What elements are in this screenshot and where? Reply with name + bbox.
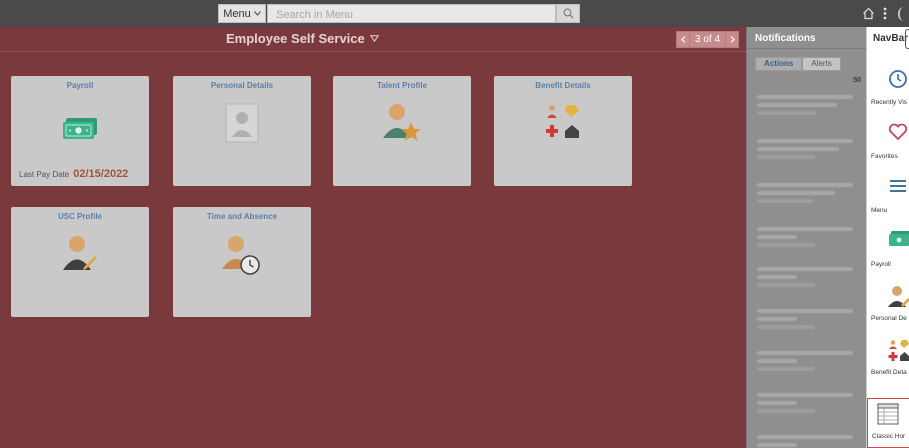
tile-payroll[interactable]: Payroll Last Pay Date 02/15/2022 <box>11 76 149 186</box>
tab-actions[interactable]: Actions <box>755 57 803 71</box>
tile-title: Talent Profile <box>376 81 428 90</box>
tile-benefit-details[interactable]: Benefit Details <box>494 76 632 186</box>
page-title: Employee Self Service <box>226 31 365 46</box>
notification-item[interactable] <box>757 267 857 291</box>
navbar-item-label: Favorites <box>871 153 898 160</box>
navbar-panel: NavBar Recently Vis Favorites Menu Payro… <box>866 27 909 448</box>
previous-page-button[interactable] <box>676 31 690 48</box>
search-input[interactable] <box>268 6 555 24</box>
notification-item[interactable] <box>757 95 857 119</box>
notification-item[interactable] <box>757 393 857 417</box>
notification-item[interactable] <box>757 309 857 333</box>
person-star-icon <box>383 104 421 141</box>
last-pay-date-value: 02/15/2022 <box>73 168 129 180</box>
person-pencil-icon <box>888 286 909 307</box>
notification-item[interactable] <box>757 435 857 448</box>
classic-home-icon <box>877 403 899 425</box>
navbar-close-button[interactable] <box>905 29 909 49</box>
notification-item[interactable] <box>757 351 857 375</box>
navbar-title: NavBar <box>873 33 909 44</box>
tile-personal-details[interactable]: Personal Details <box>173 76 311 186</box>
cash-icon <box>889 231 909 246</box>
tile-title: USC Profile <box>57 212 102 221</box>
tile-title: Personal Details <box>210 81 274 90</box>
chevron-right-icon <box>730 36 735 43</box>
notifications-count: 50 <box>853 77 861 84</box>
more-vertical-icon <box>883 7 887 20</box>
last-pay-date: Last Pay Date 02/15/2022 <box>19 168 128 180</box>
tab-alerts[interactable]: Alerts <box>802 57 841 71</box>
caret-down-icon <box>369 35 379 42</box>
navbar-item-label: Payroll <box>871 261 891 268</box>
top-bar: Menu <box>0 0 909 27</box>
notifications-title: Notifications <box>755 33 816 44</box>
actions-menu-button[interactable] <box>878 4 892 23</box>
person-pencil-icon <box>63 236 97 270</box>
home-button[interactable] <box>858 4 878 23</box>
page-title-dropdown[interactable]: Employee Self Service <box>226 31 379 46</box>
page-header: Employee Self Service 3 of 4 <box>0 27 746 52</box>
next-page-button[interactable] <box>725 31 740 48</box>
benefits-icon <box>546 105 579 138</box>
chevron-left-icon <box>680 36 685 43</box>
search-icon <box>563 8 573 19</box>
navbar-toggle-button[interactable] <box>898 7 909 21</box>
search-box <box>267 4 556 24</box>
notification-item[interactable] <box>757 139 857 163</box>
tile-time-and-absence[interactable]: Time and Absence <box>173 207 311 317</box>
navbar-item-label: Classic Hor <box>872 433 906 440</box>
page-pager: 3 of 4 <box>676 31 740 48</box>
menu-icon <box>890 180 906 192</box>
chevron-down-icon <box>253 11 261 16</box>
tile-usc-profile[interactable]: USC Profile <box>11 207 149 317</box>
divider <box>747 48 866 49</box>
clock-icon <box>889 70 907 88</box>
notifications-tabs: Actions Alerts <box>755 57 841 71</box>
navbar-item-recently-visited[interactable]: Recently Vis <box>867 65 909 120</box>
notifications-panel: Notifications Actions Alerts 50 <box>746 27 866 448</box>
last-pay-date-label: Last Pay Date <box>19 170 70 179</box>
tile-talent-profile[interactable]: Talent Profile <box>333 76 471 186</box>
search-button[interactable] <box>556 4 580 23</box>
navbar-item-label: Menu <box>871 207 888 214</box>
menu-button[interactable]: Menu <box>218 4 266 23</box>
page-indicator: 3 of 4 <box>690 31 726 48</box>
navbar-item-classic-home[interactable]: Classic Hor <box>867 398 909 448</box>
heart-icon <box>888 123 908 141</box>
navbar-item-favorites[interactable]: Favorites <box>867 119 909 174</box>
tile-title: Payroll <box>66 81 94 90</box>
tile-title: Benefit Details <box>535 81 591 90</box>
menu-button-label: Menu <box>223 7 251 20</box>
notification-item[interactable] <box>757 183 857 207</box>
tile-title: Time and Absence <box>206 212 278 221</box>
navbar-item-benefit-details[interactable]: Benefit Deta <box>867 335 909 390</box>
navbar-item-payroll[interactable]: Payroll <box>867 227 909 282</box>
person-clock-icon <box>222 236 260 275</box>
navbar-item-label: Personal De <box>871 315 907 322</box>
navbar-item-label: Recently Vis <box>871 99 908 106</box>
benefits-icon <box>888 340 909 361</box>
home-icon <box>862 7 874 20</box>
navbar-item-label: Benefit Deta <box>871 369 907 376</box>
navbar-item-menu[interactable]: Menu <box>867 173 909 228</box>
notification-item[interactable] <box>757 227 857 251</box>
navbar-item-personal-details[interactable]: Personal De <box>867 281 909 336</box>
person-placeholder-icon <box>225 103 259 143</box>
cash-icon <box>63 118 97 139</box>
